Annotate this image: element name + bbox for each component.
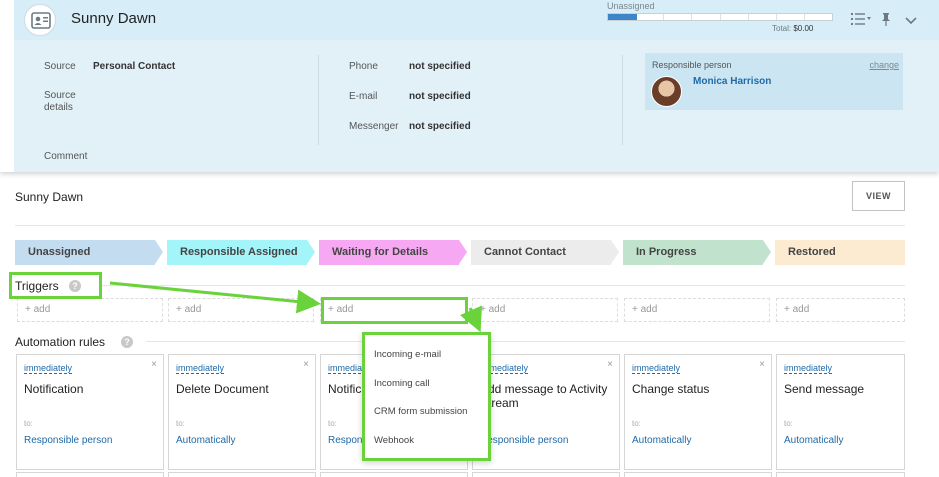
arrow-to-add (109, 281, 321, 314)
annotation-arrows (109, 281, 482, 333)
arrow-to-dropdown (459, 305, 482, 333)
